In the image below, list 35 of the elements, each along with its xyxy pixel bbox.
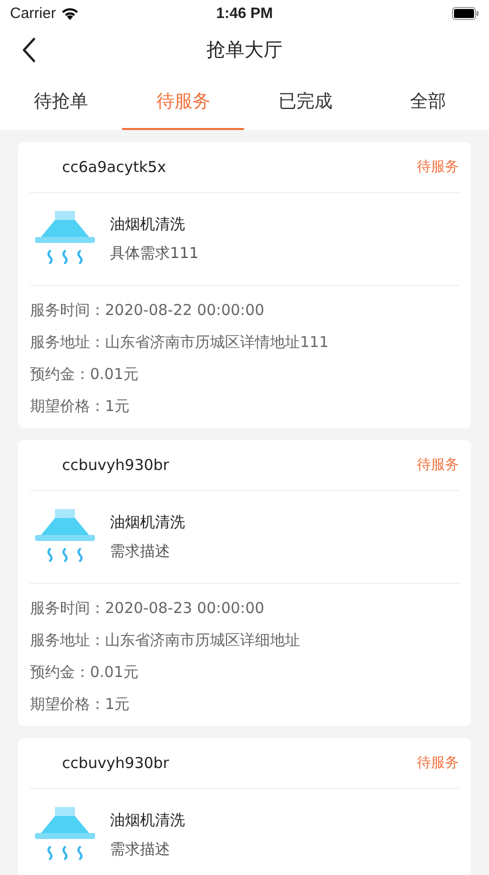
order-card[interactable]: cc6a9acytk5x 待服务 油烟机清洗 具体需求111 服务时间：2020-08-22 00:00:00 服务地址：山东省济南市历城区详情地址111 预约金：0.01元 期望价格：1元 [18, 142, 471, 428]
order-status: 待服务 [417, 158, 459, 176]
detail-line: 预约金：0.01元 [30, 364, 140, 385]
detail-line: 服务地址：山东省济南市历城区详情地址111 [30, 332, 330, 353]
tab[interactable]: 已完成 [244, 74, 367, 130]
order-status: 待服务 [417, 754, 459, 772]
range-hood-icon [34, 509, 96, 565]
detail-line: 期望价格：1元 [30, 396, 131, 417]
service-description: 需求描述 [110, 542, 171, 561]
order-card[interactable]: ccbuvyh930br 待服务 油烟机清洗 需求描述 [18, 738, 471, 875]
detail-line: 服务地址：山东省济南市历城区详细地址 [30, 630, 301, 651]
detail-line: 预约金：0.01元 [30, 662, 140, 683]
detail-line: 服务时间：2020-08-22 00:00:00 [30, 300, 266, 321]
service-description: 具体需求111 [110, 244, 199, 263]
page-title: 抢单大厅 [206, 38, 282, 63]
carrier-label: Carrier [10, 4, 56, 22]
order-number: cc6a9acytk5x [62, 158, 166, 176]
order-card[interactable]: ccbuvyh930br 待服务 油烟机清洗 需求描述 服务时间：2020-08-23 00:00:00 服务地址：山东省济南市历城区详细地址 预约金：0.01元 期望价格：1元 [18, 440, 471, 726]
tab[interactable]: 待抢单 [0, 74, 122, 130]
battery-icon [452, 6, 479, 20]
range-hood-icon [34, 807, 96, 863]
clock-time: 1:46 PM [216, 4, 273, 22]
wifi-icon [60, 6, 79, 20]
order-number: ccbuvyh930br [62, 456, 170, 474]
detail-line: 期望价格：1元 [30, 694, 131, 715]
order-status: 待服务 [417, 456, 459, 474]
service-name: 油烟机清洗 [110, 215, 186, 234]
service-description: 需求描述 [110, 840, 171, 859]
tab[interactable]: 全部 [366, 74, 489, 130]
detail-line: 服务时间：2020-08-23 00:00:00 [30, 598, 266, 619]
range-hood-icon [34, 211, 96, 267]
service-name: 油烟机清洗 [110, 513, 185, 532]
service-name: 油烟机清洗 [110, 811, 185, 830]
back-icon[interactable] [22, 37, 36, 63]
order-number: ccbuvyh930br [62, 754, 170, 772]
